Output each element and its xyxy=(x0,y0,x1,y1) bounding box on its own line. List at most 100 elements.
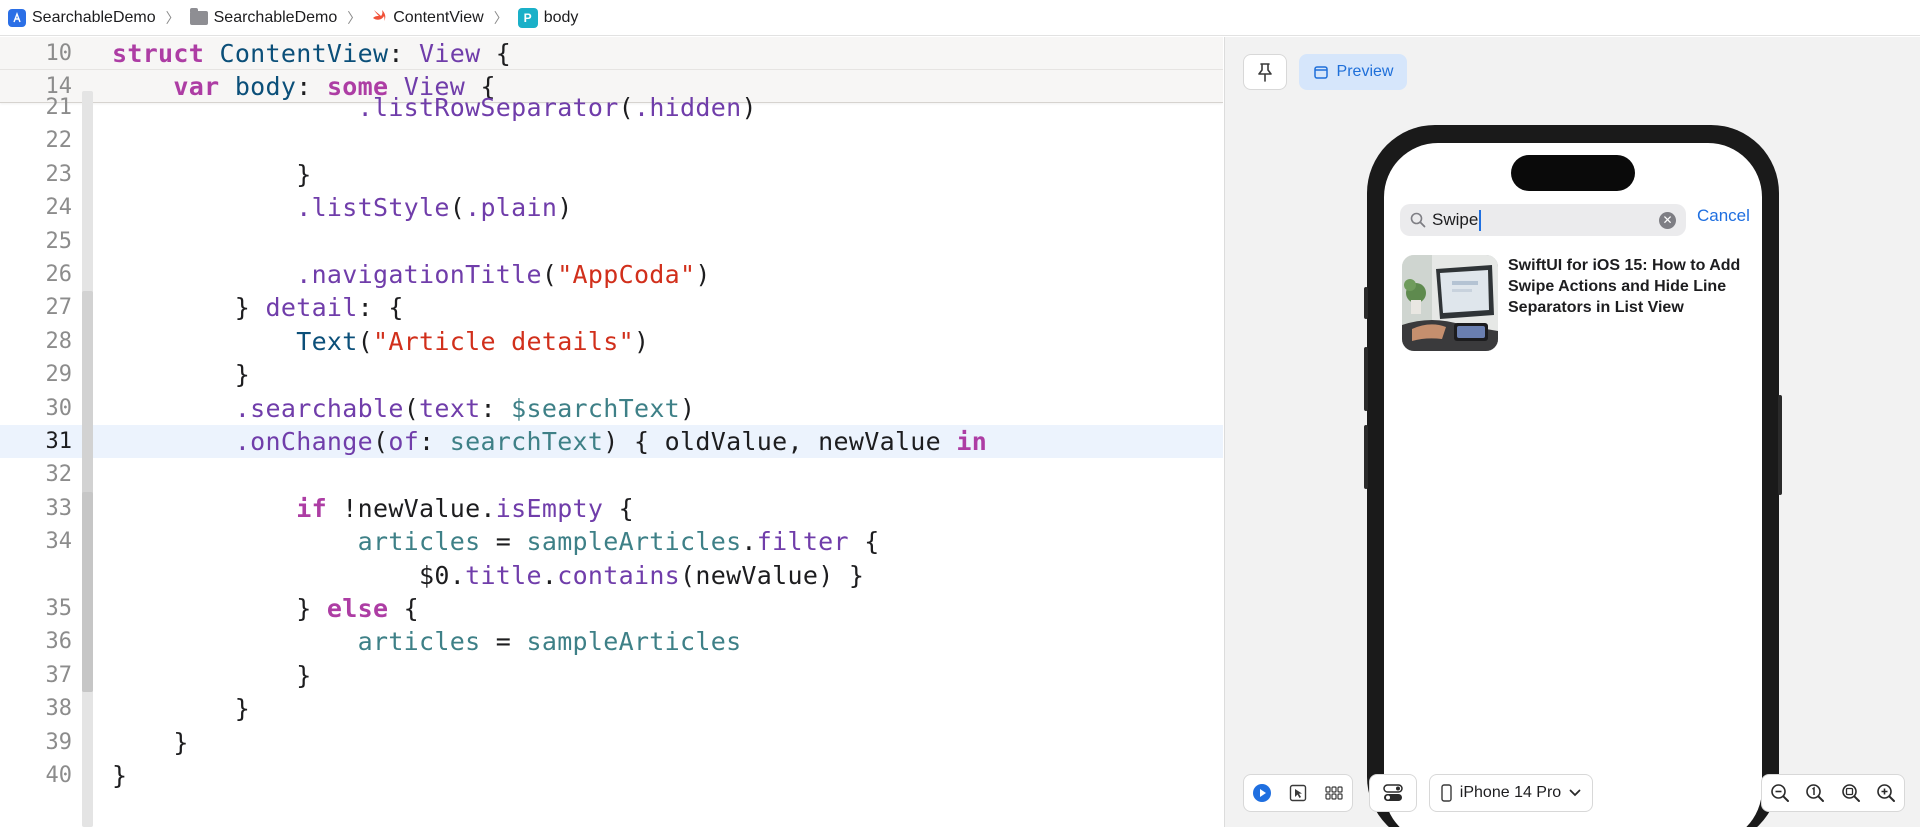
code-line[interactable]: 35 } else { xyxy=(0,592,1223,625)
preview-mode-controls xyxy=(1243,774,1353,812)
zoom-actual-size-icon[interactable] xyxy=(1801,779,1829,807)
code-line[interactable]: 36 articles = sampleArticles xyxy=(0,625,1223,658)
breadcrumb-item-symbol[interactable]: P body xyxy=(517,7,578,28)
code-token: else xyxy=(326,594,389,623)
code-token: .searchable xyxy=(234,393,404,423)
variants-grid-icon[interactable] xyxy=(1320,779,1348,807)
code-line[interactable]: 34 articles = sampleArticles.filter { xyxy=(0,525,1223,558)
code-line-text: articles = sampleArticles xyxy=(112,625,741,658)
code-token: .navigationTitle xyxy=(296,260,542,289)
code-token: !newValue. xyxy=(326,493,496,523)
play-live-icon[interactable] xyxy=(1248,779,1276,807)
code-token: (newValue) } xyxy=(680,560,865,590)
code-line-text: } xyxy=(112,692,250,725)
code-token: ) { oldValue, newValue xyxy=(603,427,957,456)
breadcrumb-item-project[interactable]: SearchableDemo xyxy=(8,8,156,27)
zoom-out-icon[interactable] xyxy=(1766,779,1794,807)
code-line-text: struct ContentView: View { xyxy=(112,37,511,70)
clear-circle-icon[interactable]: ✕ xyxy=(1659,212,1676,229)
code-token: } xyxy=(112,761,128,790)
breadcrumb-label: SearchableDemo xyxy=(32,8,156,26)
device-picker[interactable]: iPhone 14 Pro xyxy=(1429,774,1593,812)
code-line[interactable]: 33 if !newValue.isEmpty { xyxy=(0,492,1223,525)
breadcrumb-label: ContentView xyxy=(393,8,484,26)
code-line-text: } xyxy=(112,158,312,191)
article-thumbnail xyxy=(1402,255,1498,351)
code-token: ( xyxy=(403,393,420,423)
code-token: isEmpty xyxy=(495,493,604,523)
code-token: { xyxy=(480,39,512,68)
line-number: 10 xyxy=(45,41,73,66)
chevron-right-icon: 〉 xyxy=(493,9,508,26)
code-line-text: .listStyle(.plain) xyxy=(112,191,573,224)
code-token: sampleArticles xyxy=(526,527,742,557)
text-caret xyxy=(1479,209,1482,231)
code-line[interactable]: 22 xyxy=(0,124,1223,157)
code-line[interactable]: 31 .onChange(of: searchText) { oldValue,… xyxy=(0,425,1223,459)
code-line-text: .navigationTitle("AppCoda") xyxy=(112,258,711,291)
line-number: 23 xyxy=(45,161,73,187)
search-field[interactable]: Swipe ✕ xyxy=(1400,204,1686,236)
preview-tab[interactable]: Preview xyxy=(1299,54,1407,90)
zoom-in-icon[interactable] xyxy=(1872,779,1900,807)
code-token: if xyxy=(296,493,327,523)
code-line[interactable]: 28 Text("Article details") xyxy=(0,325,1223,358)
line-number: 34 xyxy=(45,529,73,555)
line-number: 25 xyxy=(45,228,73,254)
list-item[interactable]: SwiftUI for iOS 15: How to Add Swipe Act… xyxy=(1402,255,1754,355)
code-editor[interactable]: 10 struct ContentView: View {14 var body:… xyxy=(0,37,1223,827)
preview-canvas: Preview Swipe ✕ Cancel SwiftUI for iOS 1… xyxy=(1224,37,1920,827)
code-token: ContentView xyxy=(219,39,389,68)
code-line[interactable]: 27 } detail: { xyxy=(0,291,1223,324)
code-line[interactable]: 25 xyxy=(0,225,1223,258)
code-token: detail xyxy=(265,293,358,323)
code-line[interactable]: 29 } xyxy=(0,358,1223,391)
breadcrumb-item-file[interactable]: ContentView xyxy=(371,7,484,28)
code-line[interactable]: 24 .listStyle(.plain) xyxy=(0,191,1223,224)
line-number: 22 xyxy=(45,128,73,154)
code-line[interactable]: 39 } xyxy=(0,726,1223,759)
code-token: ) xyxy=(557,193,573,223)
line-number: 29 xyxy=(45,362,73,388)
folder-icon xyxy=(189,7,208,25)
code-token: = xyxy=(480,527,527,557)
line-number: 39 xyxy=(45,729,73,755)
code-folding-ribbon[interactable] xyxy=(82,491,93,693)
sticky-scope-header[interactable]: 10 struct ContentView: View { xyxy=(0,37,1223,70)
code-line[interactable]: 38 } xyxy=(0,692,1223,725)
code-line[interactable]: 37 } xyxy=(0,659,1223,692)
line-number: 33 xyxy=(45,495,73,521)
code-token: { xyxy=(848,527,880,557)
selectable-cursor-icon[interactable] xyxy=(1284,779,1312,807)
code-line[interactable]: 23 } xyxy=(0,158,1223,191)
line-number: 30 xyxy=(45,395,73,421)
code-line[interactable]: $0.title.contains(newValue) } xyxy=(0,559,1223,592)
code-line[interactable]: 30 .searchable(text: $searchText) xyxy=(0,392,1223,425)
code-line[interactable]: 26 .navigationTitle("AppCoda") xyxy=(0,258,1223,291)
code-line[interactable]: 21 .listRowSeparator(.hidden) xyxy=(0,91,1223,124)
code-line-text: Text("Article details") xyxy=(112,325,649,358)
code-line[interactable]: 40} xyxy=(0,759,1223,792)
device-settings-button[interactable] xyxy=(1369,774,1417,812)
code-token: } xyxy=(112,660,312,690)
line-number: 28 xyxy=(45,328,73,354)
breadcrumb: SearchableDemo 〉 SearchableDemo 〉 Conten… xyxy=(0,0,1920,36)
code-token: .plain xyxy=(465,193,558,223)
action-button xyxy=(1364,287,1368,319)
search-input-value[interactable]: Swipe xyxy=(1432,210,1478,230)
zoom-to-fit-icon[interactable] xyxy=(1837,779,1865,807)
code-line[interactable]: 32 xyxy=(0,458,1223,491)
app-project-icon xyxy=(8,8,26,27)
zoom-controls xyxy=(1761,774,1905,812)
dynamic-island xyxy=(1511,155,1635,191)
pin-button[interactable] xyxy=(1243,54,1287,90)
code-token: } xyxy=(112,293,266,323)
cancel-button[interactable]: Cancel xyxy=(1697,206,1750,226)
chevron-down-icon xyxy=(1569,789,1581,797)
breadcrumb-item-group[interactable]: SearchableDemo xyxy=(189,7,337,27)
